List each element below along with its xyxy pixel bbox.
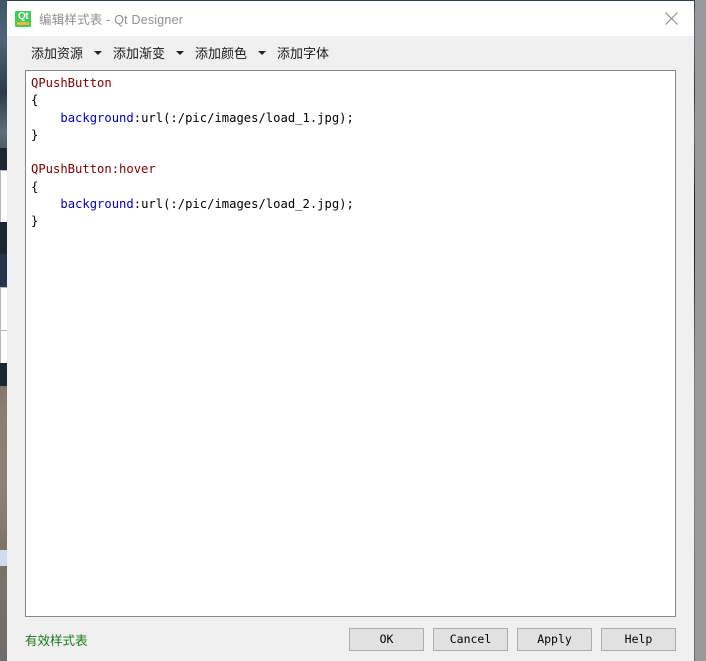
add-font-button[interactable]: 添加字体 <box>271 40 335 65</box>
screen: 资源 Qt 编辑样式表 - Qt Designer 添加资源 <box>0 0 706 661</box>
code-line: { <box>31 92 671 109</box>
code-token: background <box>60 110 134 125</box>
add-font-group: 添加字体 <box>271 40 335 65</box>
help-button[interactable]: Help <box>601 627 676 651</box>
code-token: QPushButton:hover <box>31 162 156 177</box>
code-line: background:url(:/pic/images/load_2.jpg); <box>31 196 671 213</box>
qt-logo-icon: Qt <box>15 10 31 27</box>
code-line: background:url(:/pic/images/load_1.jpg); <box>31 110 671 127</box>
stylesheet-toolbar: 添加资源 添加渐变 添加颜色 添加字体 <box>7 36 694 69</box>
chevron-down-icon <box>258 50 267 55</box>
close-button[interactable] <box>648 1 694 36</box>
dialog-button-row: OK Cancel Apply Help <box>349 627 676 651</box>
code-line: } <box>31 213 671 230</box>
code-line: } <box>31 127 671 144</box>
title-bar: Qt 编辑样式表 - Qt Designer <box>7 1 694 36</box>
add-color-dropdown-button[interactable] <box>253 42 271 64</box>
code-token: } <box>31 127 39 142</box>
qt-logo-bar <box>17 21 29 25</box>
code-token: :url(:/pic/images/load_2.jpg); <box>133 197 354 212</box>
code-token: :url(:/pic/images/load_1.jpg); <box>133 110 354 125</box>
apply-button[interactable]: Apply <box>517 627 592 651</box>
dialog-footer: 有效样式表 OK Cancel Apply Help <box>7 617 694 661</box>
add-gradient-button[interactable]: 添加渐变 <box>107 40 171 65</box>
stylesheet-text-area[interactable]: QPushButton{ background:url(:/pic/images… <box>26 71 675 235</box>
add-gradient-dropdown-button[interactable] <box>171 42 189 64</box>
cancel-button[interactable]: Cancel <box>433 627 508 651</box>
code-line: QPushButton <box>31 75 671 92</box>
code-token: { <box>31 93 39 108</box>
chevron-down-icon <box>176 50 185 55</box>
code-token: } <box>31 214 39 229</box>
edit-stylesheet-dialog: Qt 编辑样式表 - Qt Designer 添加资源 添加渐变 添加颜色 添加… <box>7 1 694 661</box>
add-resource-button[interactable]: 添加资源 <box>25 40 89 65</box>
code-token: QPushButton <box>31 76 112 90</box>
add-gradient-group: 添加渐变 <box>107 40 189 65</box>
ok-button[interactable]: OK <box>349 627 424 651</box>
add-resource-group: 添加资源 <box>25 40 107 65</box>
stylesheet-editor-frame[interactable]: QPushButton{ background:url(:/pic/images… <box>25 70 676 617</box>
background-right-strip <box>695 0 706 661</box>
code-line: { <box>31 179 671 196</box>
add-resource-dropdown-button[interactable] <box>89 42 107 64</box>
window-title: 编辑样式表 - Qt Designer <box>39 13 184 27</box>
chevron-down-icon <box>94 50 103 55</box>
add-color-button[interactable]: 添加颜色 <box>189 40 253 65</box>
code-line: QPushButton:hover <box>31 161 671 178</box>
validity-status-label: 有效样式表 <box>25 633 88 648</box>
code-token: background <box>60 197 134 212</box>
add-color-group: 添加颜色 <box>189 40 271 65</box>
code-token: { <box>31 179 39 194</box>
close-icon <box>664 12 678 25</box>
